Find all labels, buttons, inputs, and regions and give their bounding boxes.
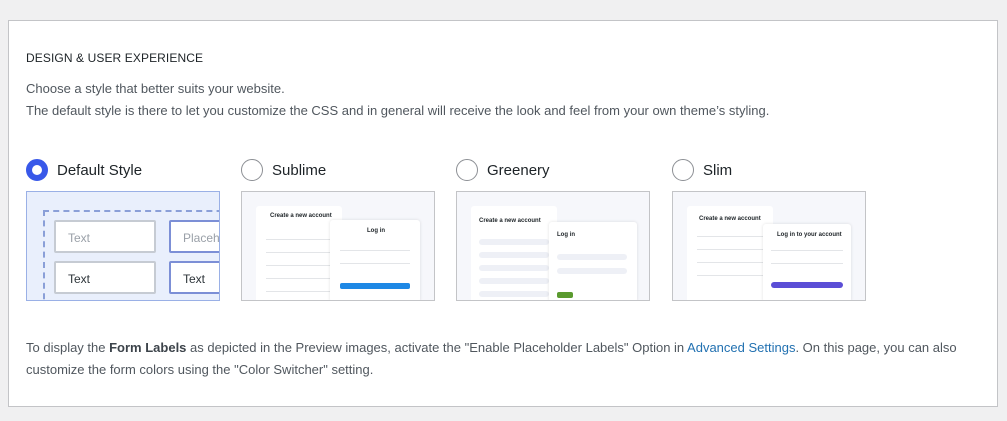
preview-line (697, 262, 769, 263)
preview-line (266, 278, 340, 279)
style-option-slim[interactable]: Slim Create a new account Log in to your… (672, 157, 866, 301)
form-labels-note: To display the Form Labels as depicted i… (26, 337, 981, 381)
preview-line (697, 236, 769, 237)
preview-input (479, 252, 549, 258)
note-bold: Form Labels (109, 340, 187, 355)
preview-register-card: Create a new account (687, 206, 773, 300)
preview-field: Text (54, 220, 156, 253)
preview-field: Text (169, 261, 219, 294)
preview-line (266, 252, 340, 253)
preview-line (266, 239, 340, 240)
style-option-default-header[interactable]: Default Style (26, 157, 220, 183)
note-text: as depicted in the Preview images, activ… (186, 340, 688, 355)
style-option-label: Slim (703, 161, 733, 179)
preview-input (479, 239, 549, 245)
radio-slim[interactable] (672, 159, 694, 181)
section-description-detail: The default style is there to let you cu… (26, 103, 770, 118)
preview-input (557, 254, 627, 260)
preview-login-title: Log in to your account (777, 232, 842, 238)
note-text: To display the (26, 340, 110, 355)
preview-line (771, 263, 843, 264)
settings-panel: DESIGN & USER EXPERIENCE Choose a style … (8, 20, 998, 407)
preview-login-card: Log in (549, 222, 637, 300)
preview-login-title: Log in (367, 228, 385, 234)
preview-slim[interactable]: Create a new account Log in to your acco… (672, 191, 866, 301)
style-option-label: Sublime (272, 161, 327, 179)
preview-login-card: Log in to your account (763, 224, 851, 300)
style-option-default[interactable]: Default Style Text Placeholder Text Text (26, 157, 220, 301)
advanced-settings-link[interactable]: Advanced Settings (687, 340, 795, 355)
preview-line (340, 263, 410, 264)
section-description: Choose a style that better suits your we… (26, 81, 285, 96)
style-option-greenery-header[interactable]: Greenery (456, 157, 650, 183)
preview-register-title: Create a new account (270, 213, 332, 219)
style-option-sublime[interactable]: Sublime Create a new account Log in (241, 157, 435, 301)
preview-login-title: Log in (557, 232, 575, 238)
style-option-sublime-header[interactable]: Sublime (241, 157, 435, 183)
preview-register-title: Create a new account (699, 216, 761, 222)
preview-register-card: Create a new account (471, 206, 557, 300)
preview-input (479, 291, 549, 297)
preview-register-title: Create a new account (479, 218, 541, 224)
preview-login-button (340, 283, 410, 289)
preview-line (266, 291, 340, 292)
preview-default-style[interactable]: Text Placeholder Text Text (26, 191, 220, 301)
preview-login-card: Log in (330, 220, 420, 300)
preview-input (479, 265, 549, 271)
preview-field: Text (54, 261, 156, 294)
preview-line (266, 265, 340, 266)
section-title: DESIGN & USER EXPERIENCE (26, 51, 204, 65)
style-option-greenery[interactable]: Greenery Create a new account Log in (456, 157, 650, 301)
preview-line (697, 275, 769, 276)
preview-greenery[interactable]: Create a new account Log in (456, 191, 650, 301)
preview-input (557, 268, 627, 274)
radio-sublime[interactable] (241, 159, 263, 181)
radio-greenery[interactable] (456, 159, 478, 181)
preview-login-button (557, 292, 573, 298)
preview-login-button (771, 282, 843, 288)
preview-field: Placeholder (169, 220, 219, 253)
style-option-label: Greenery (487, 161, 550, 179)
preview-line (771, 250, 843, 251)
style-option-slim-header[interactable]: Slim (672, 157, 866, 183)
style-option-label: Default Style (57, 161, 143, 179)
preview-input (479, 278, 549, 284)
radio-default-style[interactable] (26, 159, 48, 181)
preview-sublime[interactable]: Create a new account Log in (241, 191, 435, 301)
preview-line (340, 250, 410, 251)
preview-line (697, 249, 769, 250)
